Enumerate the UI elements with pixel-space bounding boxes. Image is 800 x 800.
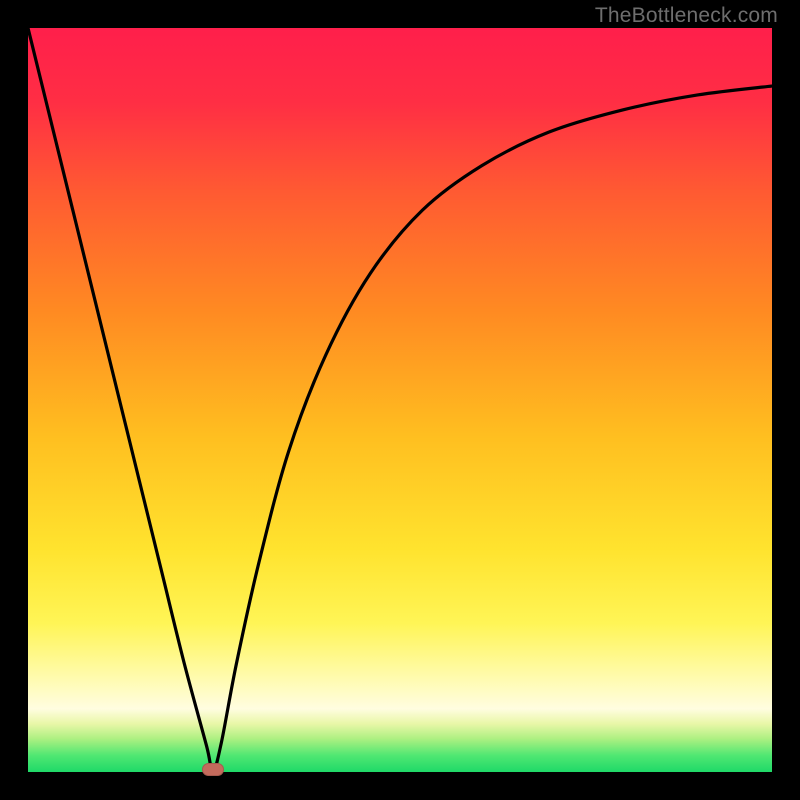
gradient-bg — [28, 28, 772, 772]
watermark: TheBottleneck.com — [595, 4, 778, 28]
chart-frame — [28, 28, 772, 772]
chart-svg — [28, 28, 772, 772]
optimum-marker — [202, 763, 224, 776]
